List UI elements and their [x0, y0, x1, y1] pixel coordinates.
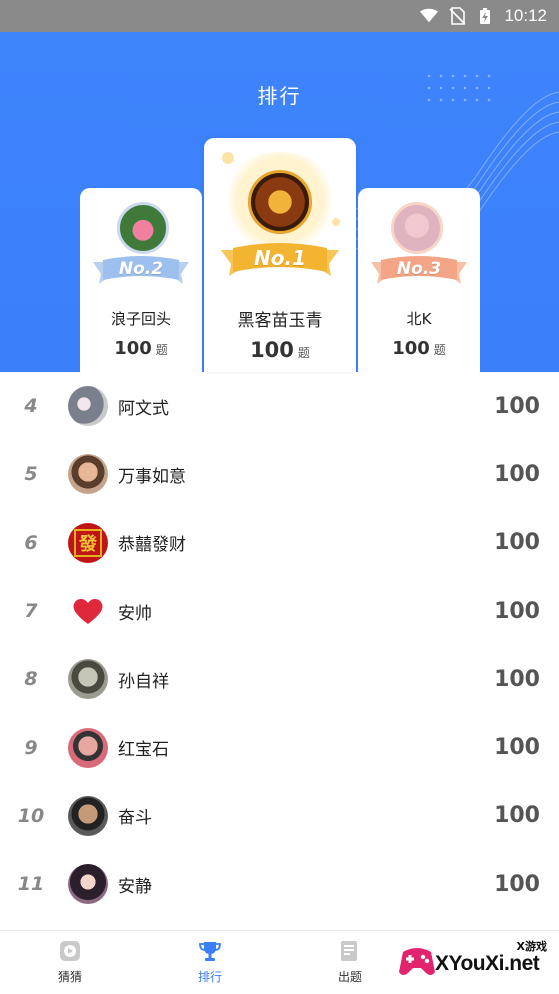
nav-label: 猜猜 [57, 970, 82, 984]
podium-first[interactable]: No.1 黑客苗玉青 100 题 [204, 138, 356, 372]
list-item[interactable]: 4 阿文式 100 [0, 372, 559, 440]
list-item[interactable]: 9 红宝石 100 [0, 713, 559, 781]
avatar [117, 202, 169, 254]
avatar [248, 170, 312, 234]
player-name: 恭囍發财 [118, 535, 186, 556]
player-name: 黑客苗玉青 [237, 311, 323, 331]
avatar [68, 864, 108, 905]
rank-badge-second: No.2 [93, 254, 189, 284]
player-score: 100 题 [392, 338, 446, 359]
player-score: 100 [494, 461, 540, 487]
nav-item-guess[interactable]: 猜猜 [0, 931, 140, 994]
avatar [68, 454, 108, 495]
trophy-icon [199, 942, 221, 961]
avatar [68, 727, 108, 768]
battery-charging-icon [476, 7, 494, 25]
clock-time: 10:12 [504, 6, 547, 25]
nav-item-ranking[interactable]: 排行 [140, 931, 280, 994]
ranking-list[interactable]: 4 阿文式 100 5 万事如意 100 6 發 恭囍發财 100 7 安帅 1… [0, 372, 559, 918]
player-score: 100 [494, 598, 540, 624]
player-score: 100 [494, 803, 540, 829]
avatar [68, 795, 108, 836]
rank-number: 5 [24, 463, 38, 486]
play-icon [60, 941, 80, 961]
list-item[interactable]: 5 万事如意 100 [0, 440, 559, 508]
list-item[interactable]: 11 安静 100 [0, 850, 559, 918]
player-score: 100 题 [250, 338, 310, 362]
list-item[interactable]: 7 安帅 100 [0, 577, 559, 645]
bubble-decoration [222, 152, 234, 164]
rank-number: 9 [24, 736, 38, 759]
rank-number: 6 [24, 531, 38, 554]
page-title: 排行 [257, 84, 302, 108]
podium-second[interactable]: No.2 浪子回头 100 题 [80, 188, 202, 372]
player-score: 100 [494, 530, 540, 556]
rank-number: 10 [17, 804, 45, 827]
no-sim-icon [448, 7, 466, 25]
gamepad-logo-icon [399, 948, 435, 975]
avatar [68, 659, 108, 700]
player-score: 100 [494, 871, 540, 897]
avatar [391, 202, 443, 254]
avatar [68, 591, 108, 632]
watermark: X游戏 XYouXi.net [383, 934, 559, 994]
player-name: 安静 [118, 876, 152, 897]
podium-third[interactable]: No.3 北K 100 题 [358, 188, 480, 372]
avatar: 發 [68, 522, 108, 563]
nav-label: 排行 [197, 970, 222, 984]
list-item[interactable]: 6 發 恭囍發财 100 [0, 509, 559, 577]
rank-badge-third: No.3 [371, 254, 467, 284]
rank-number: 4 [24, 395, 38, 418]
list-item[interactable]: 10 奋斗 100 [0, 782, 559, 850]
player-name: 安帅 [118, 603, 152, 624]
bubble-decoration [332, 218, 340, 226]
player-name: 北K [406, 310, 432, 328]
player-name: 浪子回头 [110, 310, 171, 328]
heart-icon [73, 599, 103, 625]
status-bar: 10:12 [0, 0, 559, 32]
watermark-text: XYouXi.net [435, 952, 540, 975]
player-name: 孙自祥 [118, 671, 169, 692]
player-name: 万事如意 [118, 466, 186, 487]
player-score: 100 [494, 735, 540, 761]
rank-badge-first: No.1 [221, 240, 339, 276]
rank-number: 11 [17, 873, 45, 896]
player-score: 100 [494, 393, 540, 419]
player-score: 100 [494, 666, 540, 692]
rank-number: 8 [24, 668, 38, 691]
avatar [68, 386, 108, 427]
document-icon [341, 941, 357, 961]
nav-label: 出题 [337, 970, 362, 984]
wifi-icon [420, 7, 439, 25]
player-name: 红宝石 [118, 740, 169, 761]
player-name: 阿文式 [118, 398, 169, 419]
list-item[interactable]: 8 孙自祥 100 [0, 645, 559, 713]
player-score: 100 题 [114, 338, 168, 359]
player-name: 奋斗 [118, 808, 152, 829]
rank-number: 7 [24, 600, 38, 623]
